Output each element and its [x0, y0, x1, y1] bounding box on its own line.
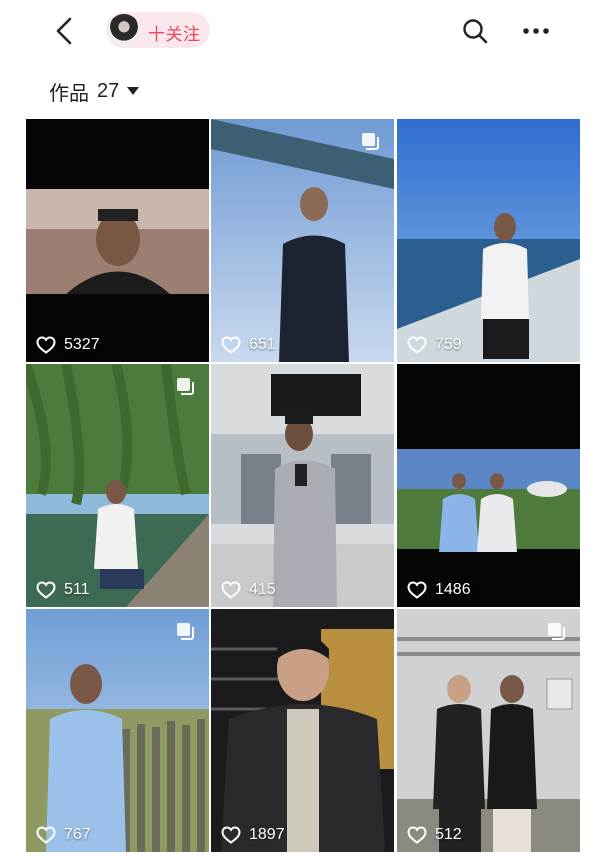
- heart-icon: [36, 826, 56, 844]
- like-count-value: 5327: [64, 336, 100, 353]
- more-icon: [523, 28, 549, 34]
- search-icon: [463, 19, 488, 44]
- works-count: 27: [97, 79, 120, 102]
- heart-icon: [407, 336, 427, 354]
- heart-icon: [407, 581, 427, 599]
- work-tile[interactable]: 5327: [26, 119, 209, 362]
- heart-icon: [221, 581, 241, 599]
- like-count-value: 415: [249, 581, 276, 598]
- like-count: 511: [36, 581, 90, 599]
- work-thumbnail: [26, 119, 209, 362]
- work-tile[interactable]: 415: [211, 364, 394, 607]
- multi-image-icon: [177, 623, 194, 640]
- work-thumbnail: [26, 364, 209, 607]
- work-thumbnail: [211, 119, 394, 362]
- like-count: 1486: [407, 581, 471, 599]
- heart-icon: [221, 336, 241, 354]
- like-count: 651: [221, 336, 276, 354]
- multi-image-icon: [362, 133, 379, 150]
- like-count-value: 1897: [249, 826, 285, 843]
- follow-pill[interactable]: 十关注: [106, 12, 210, 48]
- works-filter[interactable]: 作品 27: [49, 78, 140, 105]
- work-tile[interactable]: 651: [211, 119, 394, 362]
- like-count-value: 651: [249, 336, 276, 353]
- heart-icon: [407, 826, 427, 844]
- like-count-value: 512: [435, 826, 462, 843]
- like-count-value: 511: [64, 581, 90, 598]
- top-bar: 十关注: [0, 0, 610, 62]
- caret-down-icon: [127, 87, 140, 95]
- work-thumbnail: [211, 609, 394, 852]
- like-count: 1897: [221, 826, 285, 844]
- work-thumbnail: [211, 364, 394, 607]
- like-count: 759: [407, 336, 462, 354]
- work-thumbnail: [397, 609, 580, 852]
- more-button[interactable]: [518, 16, 558, 46]
- heart-icon: [36, 581, 56, 599]
- work-tile[interactable]: 511: [26, 364, 209, 607]
- chevron-left-icon: [56, 17, 72, 45]
- work-thumbnail: [397, 364, 580, 607]
- like-count: 5327: [36, 336, 100, 354]
- work-thumbnail: [26, 609, 209, 852]
- work-tile[interactable]: 759: [397, 119, 580, 362]
- like-count-value: 759: [435, 336, 462, 353]
- multi-image-icon: [548, 623, 565, 640]
- like-count-value: 767: [64, 826, 91, 843]
- work-thumbnail: [397, 119, 580, 362]
- like-count-value: 1486: [435, 581, 471, 598]
- work-tile[interactable]: 512: [397, 609, 580, 852]
- heart-icon: [221, 826, 241, 844]
- like-count: 415: [221, 581, 276, 599]
- work-tile[interactable]: 767: [26, 609, 209, 852]
- works-label: 作品: [49, 82, 89, 105]
- avatar[interactable]: [108, 14, 140, 46]
- like-count: 512: [407, 826, 462, 844]
- work-tile[interactable]: 1486: [397, 364, 580, 607]
- like-count: 767: [36, 826, 91, 844]
- work-tile[interactable]: 1897: [211, 609, 394, 852]
- search-button[interactable]: [460, 16, 490, 46]
- heart-icon: [36, 336, 56, 354]
- back-button[interactable]: [48, 14, 82, 48]
- follow-button-label[interactable]: 十关注: [148, 20, 201, 45]
- multi-image-icon: [177, 378, 194, 395]
